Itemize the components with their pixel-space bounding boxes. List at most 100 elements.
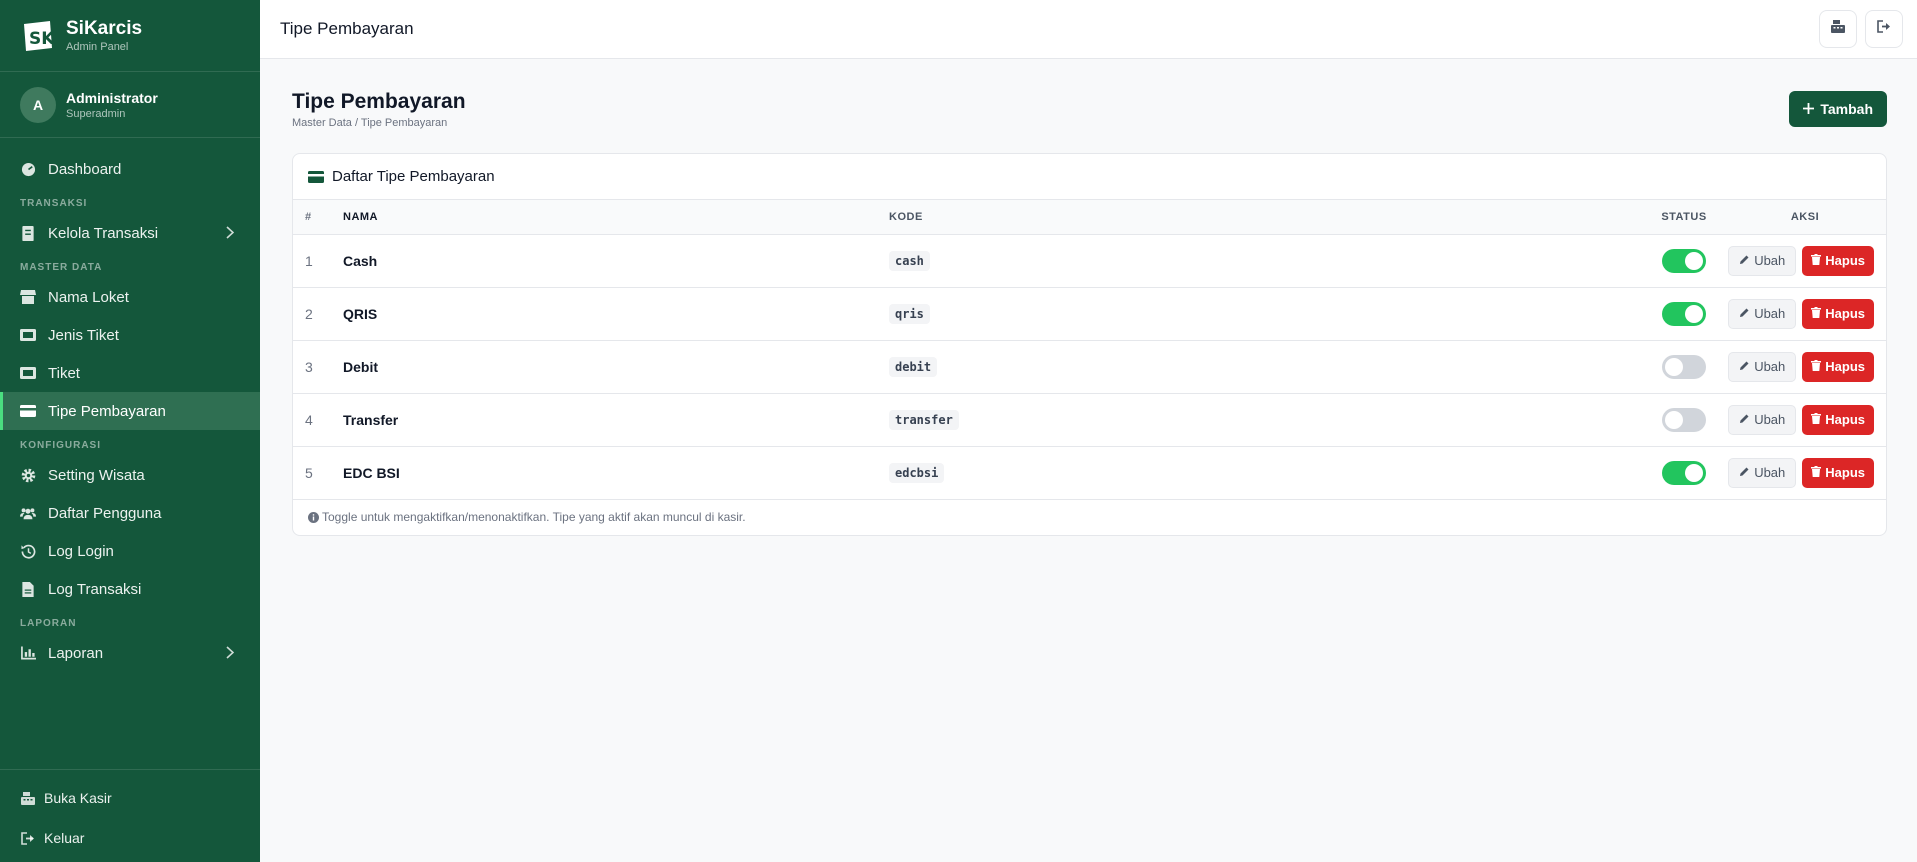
logout-button[interactable]	[1865, 10, 1903, 48]
sidebar-item-daftar-pengguna[interactable]: Daftar Pengguna	[0, 494, 260, 532]
sidebar-nav: Dashboard TRANSAKSI Kelola Transaksi MAS…	[0, 138, 260, 672]
store-icon	[20, 289, 36, 305]
user-name: Administrator	[66, 89, 158, 106]
dashboard-icon	[20, 161, 36, 177]
edit-button[interactable]: Ubah	[1728, 404, 1797, 435]
status-toggle[interactable]	[1662, 248, 1706, 273]
status-toggle[interactable]	[1662, 301, 1706, 326]
file-icon	[20, 581, 36, 597]
sidebar-item-tipe-pembayaran[interactable]: Tipe Pembayaran	[0, 392, 260, 430]
edit-button-label: Ubah	[1754, 412, 1786, 427]
sidebar-item-log-transaksi[interactable]: Log Transaksi	[0, 570, 260, 608]
add-button-label: Tambah	[1820, 101, 1873, 117]
sidebar-item-label: Tiket	[48, 364, 80, 382]
payment-types-card: Daftar Tipe Pembayaran # NAMA KODE STATU…	[292, 153, 1887, 536]
delete-button[interactable]: Hapus	[1802, 351, 1874, 382]
sign-out-icon	[1877, 20, 1891, 38]
chevron-right-icon	[226, 646, 235, 663]
delete-button-label: Hapus	[1825, 253, 1865, 268]
edit-button[interactable]: Ubah	[1728, 298, 1797, 329]
row-name: QRIS	[343, 287, 889, 341]
toggle-knob	[1685, 304, 1703, 323]
table-row: 3 Debit debit Ubah Hapus	[293, 340, 1886, 394]
status-toggle[interactable]	[1662, 354, 1706, 379]
pencil-icon	[1739, 465, 1750, 480]
delete-button[interactable]: Hapus	[1802, 298, 1874, 329]
add-button[interactable]: Tambah	[1789, 91, 1887, 127]
row-code: qris	[889, 303, 930, 324]
nav-section-master-data: MASTER DATA	[20, 262, 103, 273]
pencil-icon	[1739, 359, 1750, 374]
sidebar-item-label: Setting Wisata	[48, 466, 145, 484]
sidebar-item-tiket[interactable]: Tiket	[0, 354, 260, 392]
sidebar-item-label: Dashboard	[48, 160, 122, 178]
trash-icon	[1811, 465, 1822, 480]
edit-button[interactable]: Ubah	[1728, 457, 1797, 488]
row-name: Transfer	[343, 393, 889, 447]
cash-register-icon	[20, 790, 36, 806]
row-number: 1	[293, 234, 343, 288]
column-header-status: STATUS	[1644, 200, 1724, 235]
logout-link[interactable]: Keluar	[0, 818, 260, 858]
breadcrumb: Master Data / Tipe Pembayaran	[292, 117, 448, 129]
svg-text:SK: SK	[29, 29, 55, 49]
delete-button[interactable]: Hapus	[1802, 404, 1874, 435]
toggle-knob	[1685, 251, 1703, 270]
brand[interactable]: SK SiKarcis Admin Panel	[0, 0, 260, 72]
user-role: Superadmin	[66, 107, 126, 120]
app-name: SiKarcis	[66, 17, 143, 39]
topbar-actions	[1819, 10, 1903, 48]
delete-button[interactable]: Hapus	[1802, 245, 1874, 276]
column-header-actions: AKSI	[1724, 200, 1886, 235]
avatar: A	[20, 86, 56, 123]
logout-label: Keluar	[44, 830, 85, 846]
sidebar-item-label: Kelola Transaksi	[48, 224, 159, 242]
open-cashier-link[interactable]: Buka Kasir	[0, 778, 260, 818]
open-cashier-label: Buka Kasir	[44, 790, 112, 806]
sidebar-item-kelola-transaksi[interactable]: Kelola Transaksi	[0, 214, 260, 252]
pencil-icon	[1739, 412, 1750, 427]
row-actions: Ubah Hapus	[1724, 351, 1886, 382]
ticket-icon	[20, 327, 36, 343]
row-number: 5	[293, 446, 343, 500]
sidebar-item-label: Daftar Pengguna	[48, 504, 162, 522]
chevron-right-icon	[226, 226, 235, 243]
sidebar-item-nama-loket[interactable]: Nama Loket	[0, 278, 260, 316]
sidebar-item-label: Log Transaksi	[48, 580, 142, 598]
trash-icon	[1811, 412, 1822, 427]
footer-note: Toggle untuk mengaktifkan/menonaktifkan.…	[322, 510, 746, 524]
sidebar-item-log-login[interactable]: Log Login	[0, 532, 260, 570]
delete-button-label: Hapus	[1825, 306, 1865, 321]
row-code: transfer	[889, 409, 959, 430]
trash-icon	[1811, 253, 1822, 268]
sidebar-item-laporan[interactable]: Laporan	[0, 634, 260, 672]
table-body: 1 Cash cash Ubah Hapus 2 QRIS qris Ubah Hapus 3 Deb…	[293, 234, 1886, 500]
sidebar-item-dashboard[interactable]: Dashboard	[0, 150, 260, 188]
open-cashier-button[interactable]	[1819, 10, 1857, 48]
sidebar-item-label: Laporan	[48, 644, 104, 662]
gear-icon	[20, 467, 36, 483]
row-name: EDC BSI	[343, 446, 889, 500]
topbar: Tipe Pembayaran	[260, 0, 1917, 59]
edit-button[interactable]: Ubah	[1728, 245, 1797, 276]
table-row: 5 EDC BSI edcbsi Ubah Hapus	[293, 446, 1886, 500]
card-footer: Toggle untuk mengaktifkan/menonaktifkan.…	[293, 500, 1886, 535]
card-header: Daftar Tipe Pembayaran	[293, 154, 1886, 200]
sidebar-item-label: Nama Loket	[48, 288, 129, 306]
sidebar-item-setting-wisata[interactable]: Setting Wisata	[0, 456, 260, 494]
users-icon	[20, 505, 36, 521]
trash-icon	[1811, 306, 1822, 321]
nav-section-transaksi: TRANSAKSI	[20, 198, 88, 209]
sidebar-item-jenis-tiket[interactable]: Jenis Tiket	[0, 316, 260, 354]
plus-icon	[1803, 101, 1815, 117]
row-number: 2	[293, 287, 343, 341]
toggle-knob	[1665, 410, 1683, 429]
status-toggle[interactable]	[1662, 407, 1706, 432]
main-content: Tipe Pembayaran Master Data / Tipe Pemba…	[260, 59, 1917, 862]
status-toggle[interactable]	[1662, 460, 1706, 485]
row-number: 3	[293, 340, 343, 394]
delete-button[interactable]: Hapus	[1802, 457, 1874, 488]
cash-register-icon	[1831, 20, 1845, 38]
edit-button[interactable]: Ubah	[1728, 351, 1797, 382]
toggle-knob	[1665, 357, 1683, 376]
